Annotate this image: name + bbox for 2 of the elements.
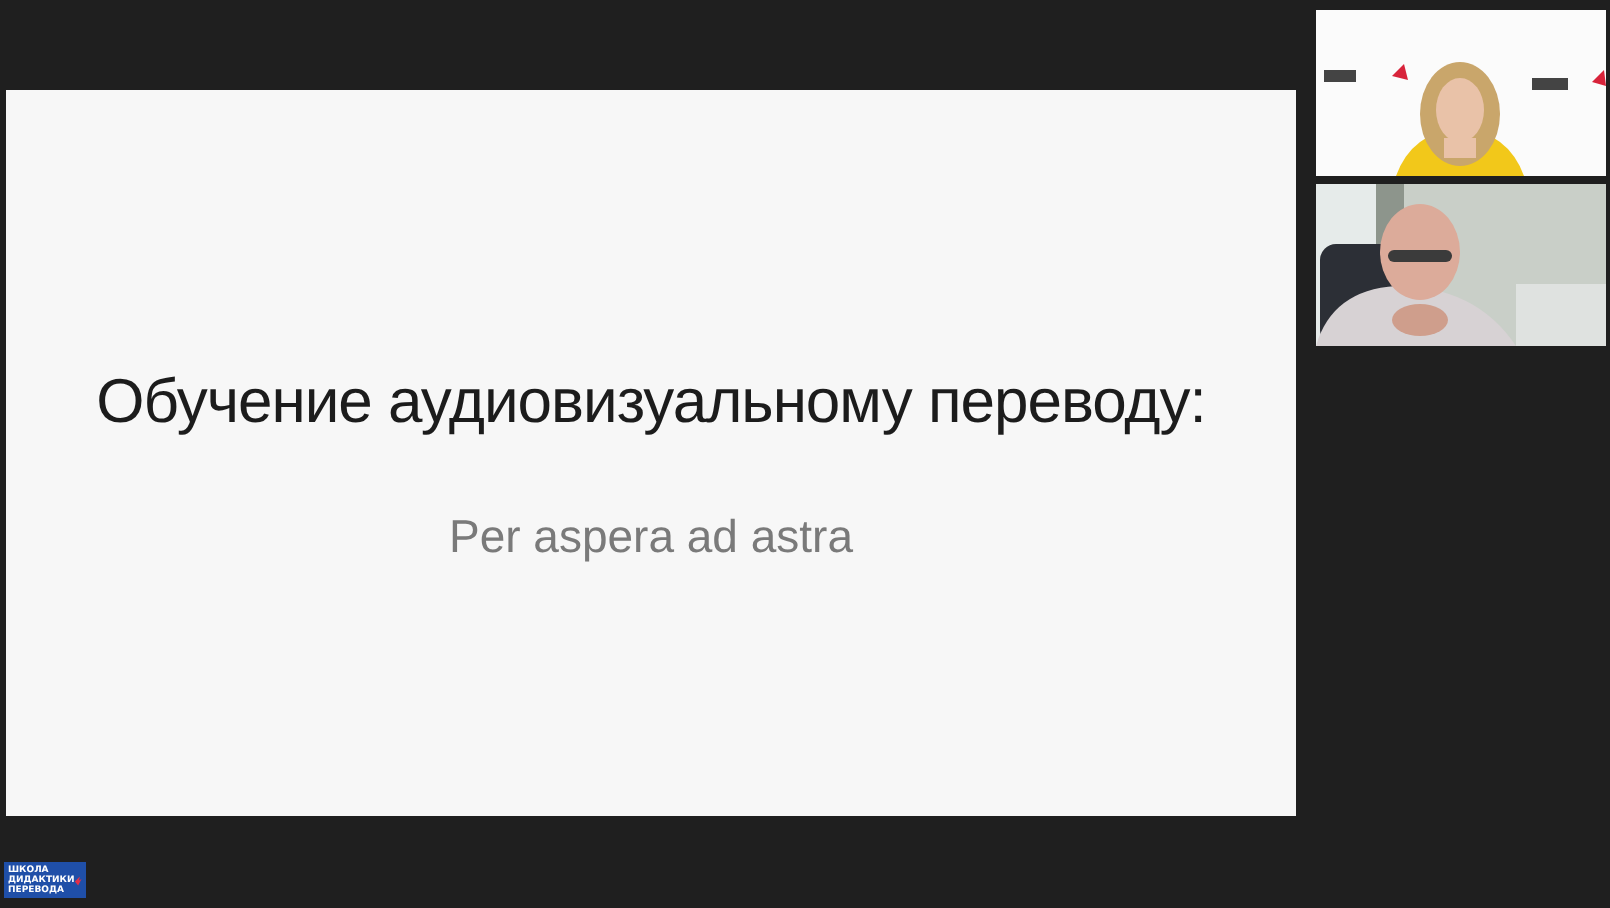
slide-title: Обучение аудиовизуальному переводу:	[96, 366, 1206, 438]
slide-subtitle: Per aspera ad astra	[448, 510, 853, 564]
